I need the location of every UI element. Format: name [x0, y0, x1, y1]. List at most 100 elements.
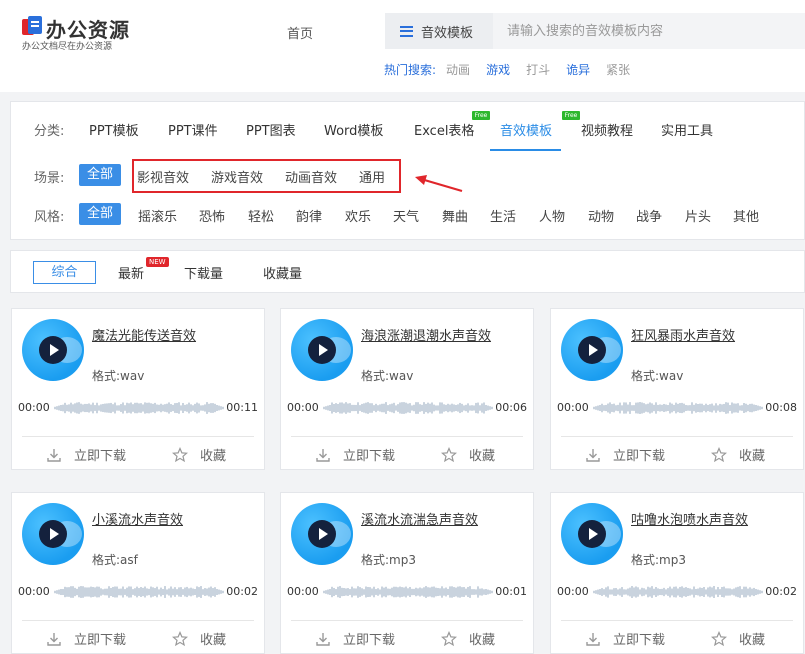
audio-thumbnail[interactable]: [561, 319, 623, 381]
free-badge: Free: [472, 111, 490, 120]
nav-home-link[interactable]: 首页: [287, 23, 313, 42]
search-input[interactable]: [493, 13, 805, 49]
style-tag[interactable]: 韵律: [296, 206, 322, 225]
hot-search-term[interactable]: 打斗: [526, 63, 550, 77]
audio-time-end: 00:11: [226, 401, 258, 414]
audio-time-end: 00:06: [495, 401, 527, 414]
category-row: 分类: PPT模板 PPT课件 PPT图表 Word模板 Excel表格 Free 音效模板…: [11, 102, 804, 154]
audio-thumbnail[interactable]: [561, 503, 623, 565]
hot-search-term[interactable]: 诡异: [566, 63, 590, 77]
style-tag[interactable]: 片头: [685, 206, 711, 225]
card-divider: [561, 436, 793, 437]
category-tab[interactable]: 视频教程: [581, 120, 633, 139]
style-tag[interactable]: 轻松: [248, 206, 274, 225]
download-icon: [316, 632, 330, 646]
scene-tag-all[interactable]: 全部: [79, 164, 122, 186]
logo-icon: [22, 16, 42, 35]
style-tag[interactable]: 生活: [490, 206, 516, 225]
play-icon[interactable]: [578, 336, 606, 364]
category-tab[interactable]: PPT课件: [168, 120, 218, 139]
style-tag[interactable]: 摇滚乐: [138, 206, 177, 225]
sort-option-downloads[interactable]: 下载量: [184, 263, 223, 282]
audio-waveform[interactable]: [323, 584, 493, 600]
audio-waveform[interactable]: [54, 400, 224, 416]
favorite-button[interactable]: 收藏: [172, 445, 226, 464]
favorite-label: 收藏: [200, 633, 227, 648]
audio-title-link[interactable]: 咕噜水泡喷水声音效: [631, 509, 748, 528]
download-button[interactable]: 立即下载: [46, 629, 126, 648]
favorite-label: 收藏: [739, 449, 766, 464]
sort-bar: 综合 最新 NEW 下载量 收藏量: [10, 250, 805, 293]
star-icon: [711, 630, 727, 646]
audio-time-end: 00:08: [765, 401, 797, 414]
audio-thumbnail[interactable]: [22, 319, 84, 381]
search-category-dropdown[interactable]: 音效模板: [385, 13, 493, 49]
audio-waveform[interactable]: [54, 584, 224, 600]
audio-time-start: 00:00: [557, 401, 589, 414]
style-tag[interactable]: 舞曲: [442, 206, 468, 225]
play-icon[interactable]: [308, 336, 336, 364]
category-tab[interactable]: PPT图表: [246, 120, 296, 139]
download-button[interactable]: 立即下载: [46, 445, 126, 464]
audio-format: 格式:wav: [92, 369, 145, 383]
audio-title-link[interactable]: 小溪流水声音效: [92, 509, 183, 528]
sort-option-favorites[interactable]: 收藏量: [263, 263, 302, 282]
style-tag[interactable]: 欢乐: [345, 206, 371, 225]
site-logo[interactable]: 办公资源 办公文档尽在办公资源: [22, 14, 132, 54]
hot-search-term[interactable]: 动画: [446, 63, 470, 77]
sort-option-latest[interactable]: 最新: [118, 263, 144, 282]
style-tag-all[interactable]: 全部: [79, 203, 122, 225]
download-button[interactable]: 立即下载: [315, 445, 395, 464]
audio-waveform[interactable]: [593, 584, 763, 600]
audio-title-link[interactable]: 魔法光能传送音效: [92, 325, 196, 344]
audio-thumbnail[interactable]: [291, 319, 353, 381]
style-tag[interactable]: 人物: [539, 206, 565, 225]
style-tag[interactable]: 天气: [393, 206, 419, 225]
audio-title-link[interactable]: 溪流水流湍急声音效: [361, 509, 478, 528]
scene-highlight-box: [132, 159, 401, 193]
play-icon[interactable]: [39, 336, 67, 364]
hot-search-term[interactable]: 游戏: [486, 63, 510, 77]
audio-time-start: 00:00: [557, 585, 589, 598]
favorite-button[interactable]: 收藏: [441, 445, 495, 464]
favorite-button[interactable]: 收藏: [172, 629, 226, 648]
play-icon[interactable]: [308, 520, 336, 548]
favorite-button[interactable]: 收藏: [711, 629, 765, 648]
audio-waveform[interactable]: [323, 400, 493, 416]
category-tab[interactable]: Excel表格: [414, 120, 474, 139]
audio-time-end: 00:01: [495, 585, 527, 598]
download-button[interactable]: 立即下载: [585, 445, 665, 464]
play-icon[interactable]: [39, 520, 67, 548]
style-tag[interactable]: 恐怖: [199, 206, 225, 225]
audio-card: 咕噜水泡喷水声音效格式:mp3 00:00 00:02 立即下载 收藏: [550, 492, 804, 654]
favorite-label: 收藏: [739, 633, 766, 648]
style-tag[interactable]: 动物: [588, 206, 614, 225]
audio-time-end: 00:02: [226, 585, 258, 598]
audio-title-link[interactable]: 狂风暴雨水声音效: [631, 325, 735, 344]
sort-option-comprehensive[interactable]: 综合: [33, 261, 96, 284]
category-tab[interactable]: 音效模板: [500, 120, 552, 139]
play-icon[interactable]: [578, 520, 606, 548]
style-tag[interactable]: 其他: [733, 206, 759, 225]
download-button[interactable]: 立即下载: [315, 629, 395, 648]
download-button[interactable]: 立即下载: [585, 629, 665, 648]
audio-thumbnail[interactable]: [22, 503, 84, 565]
card-divider: [22, 620, 254, 621]
audio-waveform[interactable]: [593, 400, 763, 416]
category-tab[interactable]: Word模板: [324, 120, 383, 139]
star-icon: [711, 446, 727, 462]
style-tag[interactable]: 战争: [636, 206, 662, 225]
audio-time-end: 00:02: [765, 585, 797, 598]
audio-title-link[interactable]: 海浪涨潮退潮水声音效: [361, 325, 491, 344]
star-icon: [172, 446, 188, 462]
favorite-label: 收藏: [469, 449, 496, 464]
audio-card: 狂风暴雨水声音效 格式:wav 00:00 00:08 立即下载 收藏: [550, 308, 804, 470]
category-tab[interactable]: 实用工具: [661, 120, 713, 139]
audio-format: 格式:mp3: [631, 553, 686, 567]
download-icon: [316, 448, 330, 462]
category-tab[interactable]: PPT模板: [89, 120, 139, 139]
hot-search-term[interactable]: 紧张: [606, 63, 630, 77]
favorite-button[interactable]: 收藏: [441, 629, 495, 648]
favorite-button[interactable]: 收藏: [711, 445, 765, 464]
audio-thumbnail[interactable]: [291, 503, 353, 565]
